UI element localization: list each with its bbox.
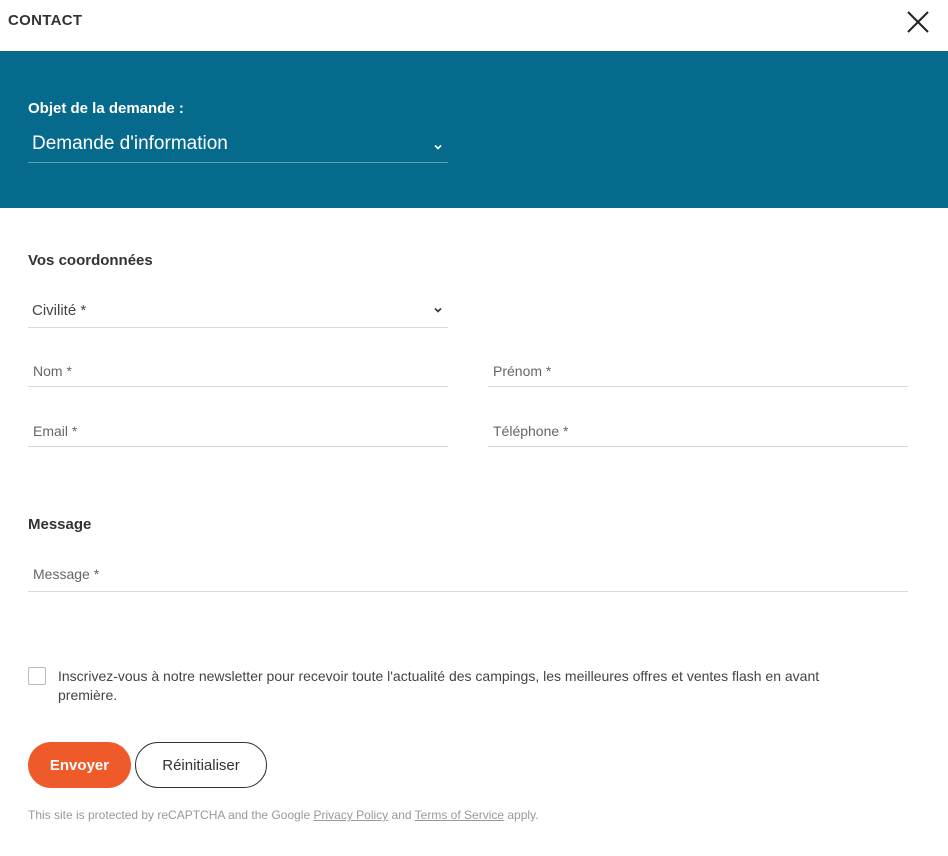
request-subject-label: Objet de la demande : [28,100,184,117]
phone-field[interactable]: Téléphone * [488,409,908,447]
recaptcha-and: and [391,808,412,822]
coordinates-section-title: Vos coordonnées [28,252,153,269]
message-placeholder: Message * [33,566,100,582]
contact-modal: CONTACT Objet de la demande : Demande d'… [0,0,948,856]
civility-select[interactable]: Civilité * [28,290,448,328]
first-name-field[interactable]: Prénom * [488,349,908,387]
modal-title: CONTACT [8,12,83,29]
newsletter-checkbox[interactable] [28,667,46,685]
request-subject-select[interactable]: Demande d'information [28,131,448,163]
phone-placeholder: Téléphone * [493,423,569,439]
recaptcha-suffix: apply. [507,808,539,822]
send-button[interactable]: Envoyer [28,742,131,788]
privacy-policy-link[interactable]: Privacy Policy [313,808,388,822]
last-name-placeholder: Nom * [33,363,72,379]
chevron-down-icon [434,144,442,150]
recaptcha-notice: This site is protected by reCAPTCHA and … [28,808,539,822]
email-field[interactable]: Email * [28,409,448,447]
message-field[interactable]: Message * [28,554,908,592]
terms-of-service-link[interactable]: Terms of Service [415,808,504,822]
reset-button[interactable]: Réinitialiser [135,742,267,788]
request-subject-section: Objet de la demande : Demande d'informat… [0,51,948,208]
first-name-placeholder: Prénom * [493,363,552,379]
email-placeholder: Email * [33,423,78,439]
message-section-title: Message [28,516,92,533]
recaptcha-prefix: This site is protected by reCAPTCHA and … [28,808,311,822]
modal-header: CONTACT [0,0,948,51]
civility-value: Civilité * [32,302,87,319]
close-icon [907,11,929,33]
newsletter-label: Inscrivez-vous à notre newsletter pour r… [58,668,820,703]
chevron-down-icon [434,307,442,313]
last-name-field[interactable]: Nom * [28,349,448,387]
request-subject-value: Demande d'information [32,133,228,154]
close-button[interactable] [903,7,933,37]
